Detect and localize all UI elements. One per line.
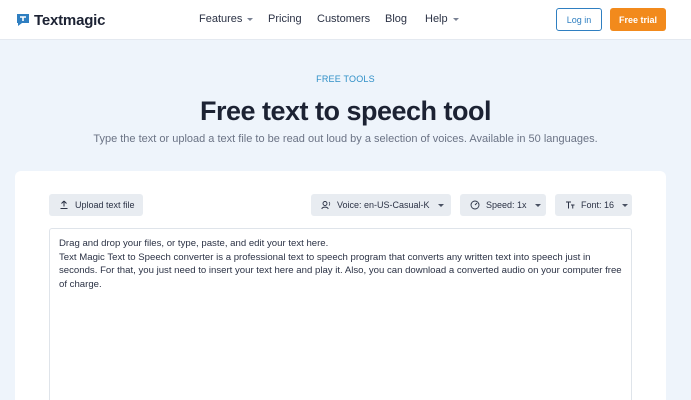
upload-label: Upload text file xyxy=(75,200,135,210)
login-button[interactable]: Log in xyxy=(556,8,602,31)
upload-icon xyxy=(60,200,68,209)
speed-label: Speed: 1x xyxy=(486,200,527,210)
voice-label: Voice: en-US-Casual-K xyxy=(337,200,430,210)
speedometer-icon xyxy=(470,200,480,210)
nav-item-help[interactable]: Help xyxy=(425,13,459,25)
nav-item-pricing[interactable]: Pricing xyxy=(268,13,302,25)
nav-item-label: Blog xyxy=(385,13,408,25)
nav-item-features[interactable]: Features xyxy=(199,13,254,25)
font-label: Font: 16 xyxy=(581,200,615,210)
chevron-down-icon xyxy=(622,203,629,207)
speed-select[interactable]: Speed: 1x xyxy=(460,194,546,216)
text-editor[interactable]: Drag and drop your files, or type, paste… xyxy=(49,228,632,400)
nav-item-label: Customers xyxy=(317,13,371,25)
nav-item-label: Help xyxy=(425,13,448,25)
nav-item-label: Features xyxy=(199,13,243,25)
editor-paragraph: Text Magic Text to Speech converter is a… xyxy=(59,251,622,290)
nav-item-customers[interactable]: Customers xyxy=(317,13,370,25)
font-size-icon xyxy=(566,201,575,209)
chevron-down-icon xyxy=(437,203,444,207)
editor-line: Drag and drop your files, or type, paste… xyxy=(59,238,329,249)
voice-select[interactable]: Voice: en-US-Casual-K xyxy=(311,194,451,216)
voice-icon xyxy=(321,201,331,210)
page-subtitle: Type the text or upload a text file to b… xyxy=(93,133,598,145)
page-title: Free text to speech tool xyxy=(199,96,492,126)
chevron-down-icon xyxy=(247,17,254,21)
chevron-down-icon xyxy=(534,203,541,207)
brand-name: Textmagic xyxy=(34,11,106,29)
nav-item-blog[interactable]: Blog xyxy=(385,13,407,25)
free-trial-button[interactable]: Free trial xyxy=(610,8,666,31)
eyebrow-label: FREE TOOLS xyxy=(316,74,375,84)
font-size-select[interactable]: Font: 16 xyxy=(555,194,632,216)
site-header: Textmagic Features Pricing Customers Blo… xyxy=(0,0,691,40)
upload-text-file-button[interactable]: Upload text file xyxy=(49,194,143,216)
logo[interactable]: Textmagic xyxy=(15,11,105,29)
logo-icon xyxy=(17,14,29,26)
nav-item-label: Pricing xyxy=(268,13,302,25)
chevron-down-icon xyxy=(452,17,459,21)
